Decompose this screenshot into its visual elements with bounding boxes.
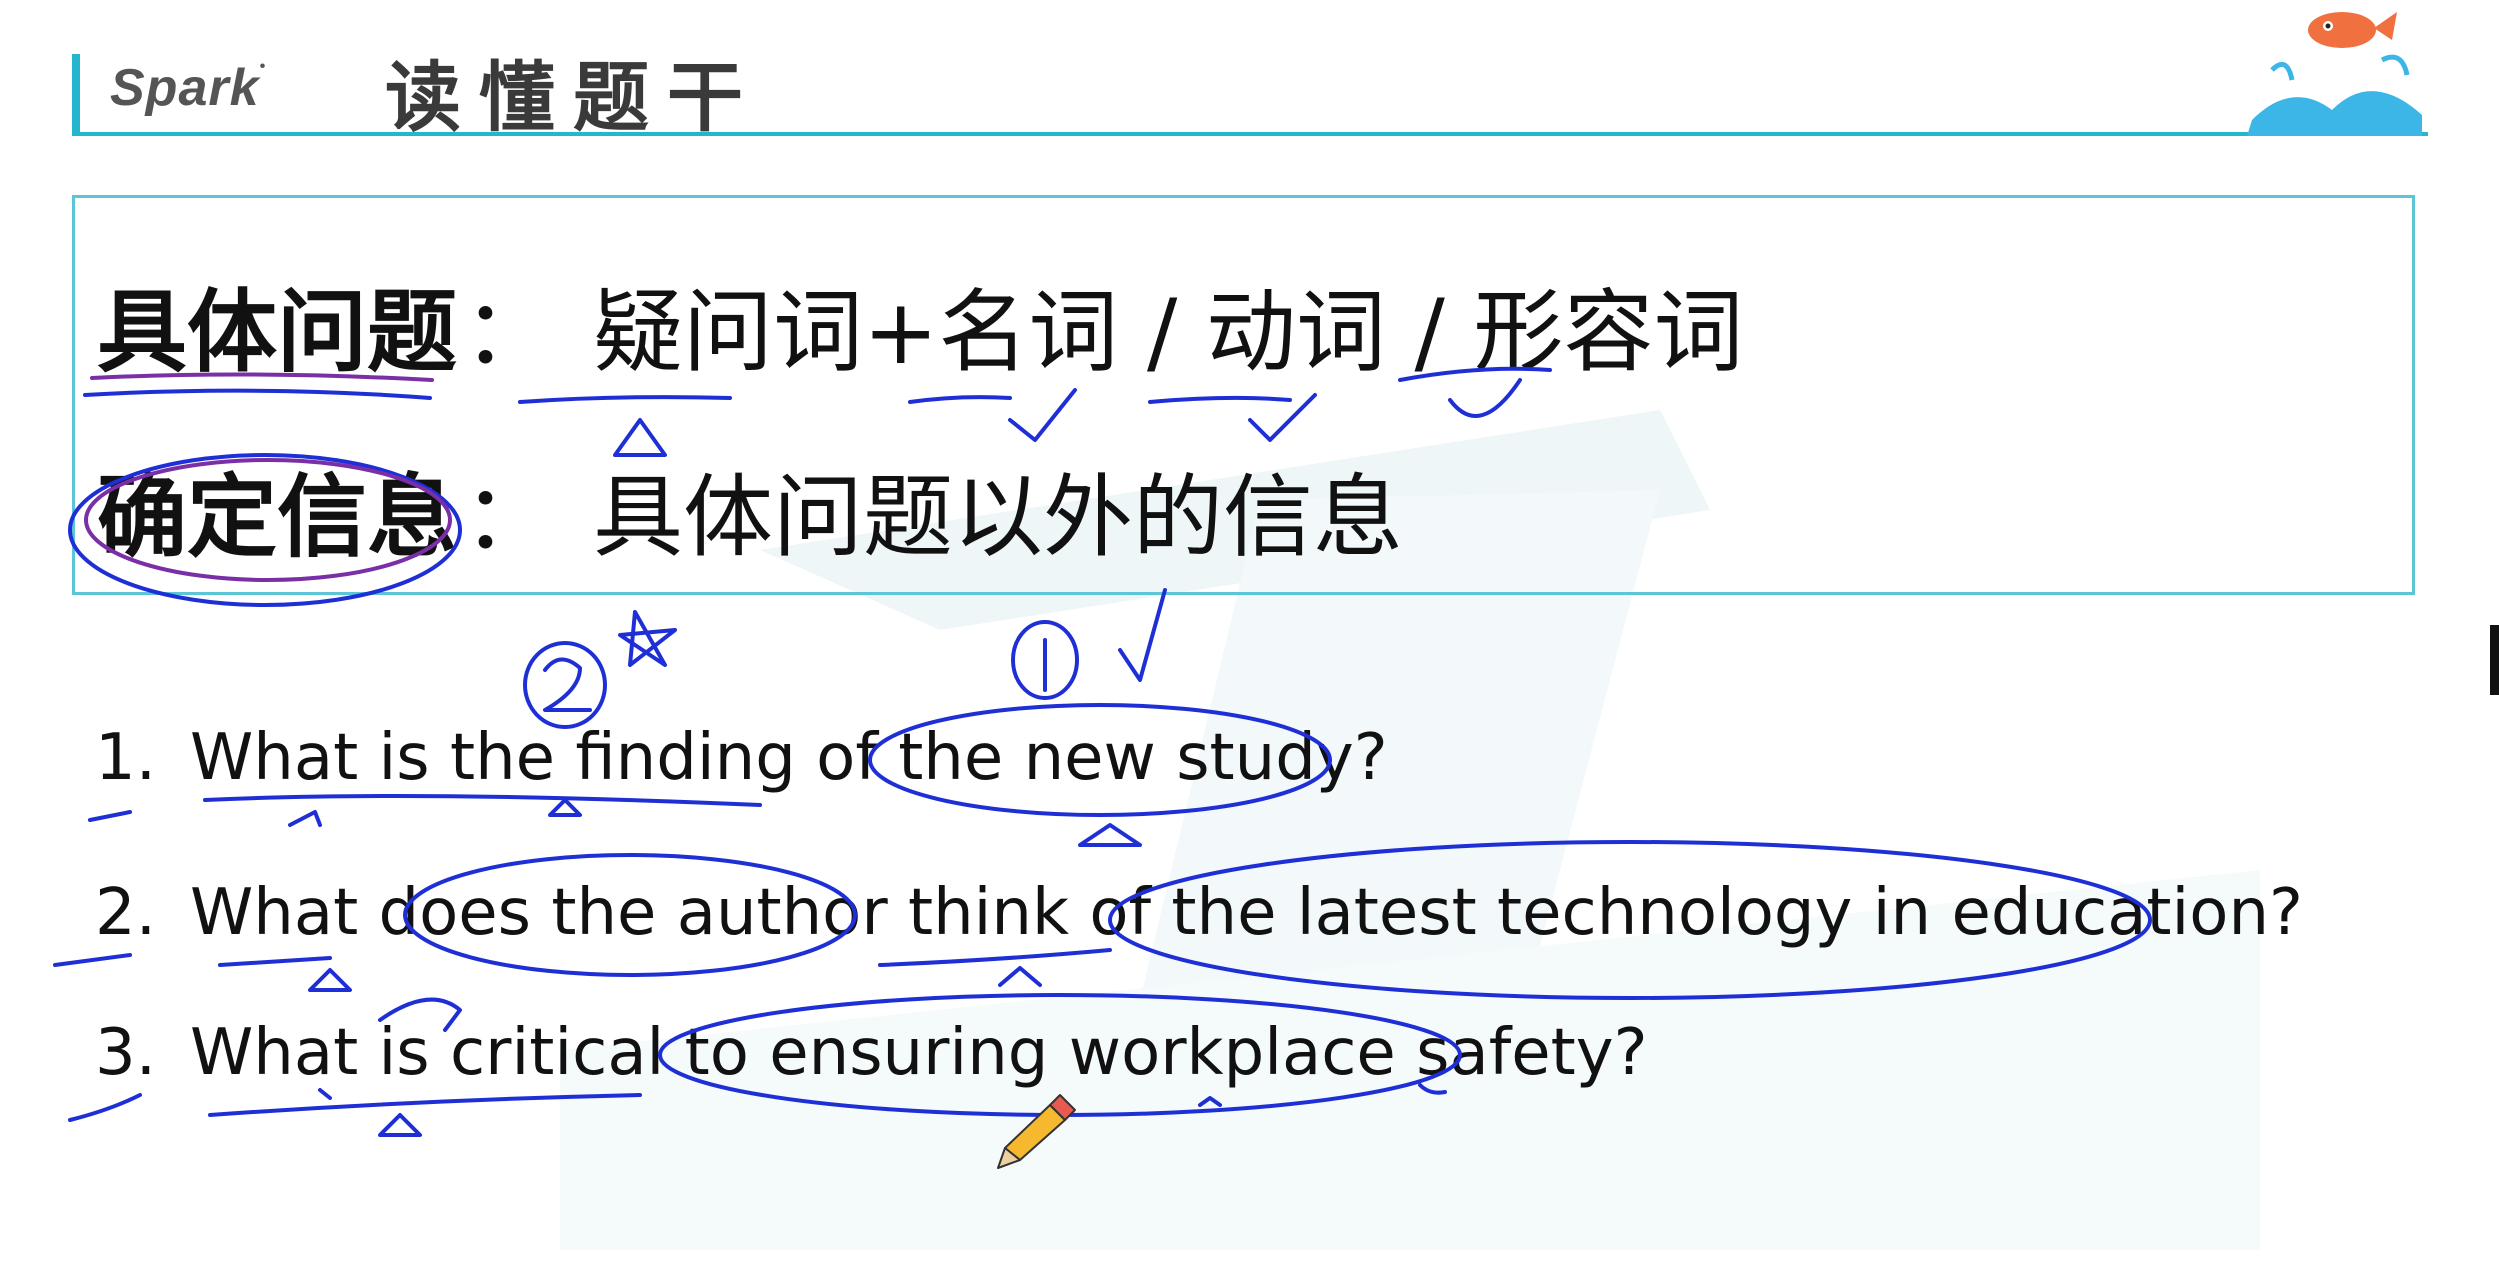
fish-splash-icon — [2247, 12, 2422, 136]
definition-desc: 具体问题以外的信息 — [593, 465, 1403, 570]
definition-box: 具体问题： 疑问词+名词 / 动词 / 形容词 确定信息： 具体问题以外的信息 — [72, 195, 2415, 595]
definition-term: 确定信息 — [97, 465, 457, 570]
question-text: What is critical to ensuring workplace s… — [190, 1016, 1648, 1090]
question-number: 3. — [95, 1016, 157, 1090]
header-divider — [72, 132, 2428, 136]
definition-row: 确定信息： 具体问题以外的信息 — [97, 468, 1403, 568]
brand-logo: Spark• — [110, 58, 267, 117]
question-text: What is the finding of the new study? — [190, 721, 1388, 795]
question-item: 1. What is the finding of the new study? — [95, 718, 1388, 798]
definition-colon: ： — [463, 465, 553, 570]
question-number: 1. — [95, 721, 157, 795]
question-number: 2. — [95, 876, 157, 950]
page-title: 读懂题干 — [385, 53, 761, 142]
question-item: 2. What does the author think of the late… — [95, 873, 2303, 953]
question-text: What does the author think of the latest… — [190, 876, 2303, 950]
definition-desc: 疑问词+名词 / 动词 / 形容词 — [593, 280, 1744, 385]
question-item: 3. What is critical to ensuring workplace… — [95, 1013, 1648, 1093]
header-accent-bar — [72, 54, 80, 134]
definition-colon: ： — [463, 280, 553, 385]
definition-row: 具体问题： 疑问词+名词 / 动词 / 形容词 — [97, 283, 1744, 383]
definition-term: 具体问题 — [97, 280, 457, 385]
scroll-edge-marker — [2490, 625, 2499, 695]
